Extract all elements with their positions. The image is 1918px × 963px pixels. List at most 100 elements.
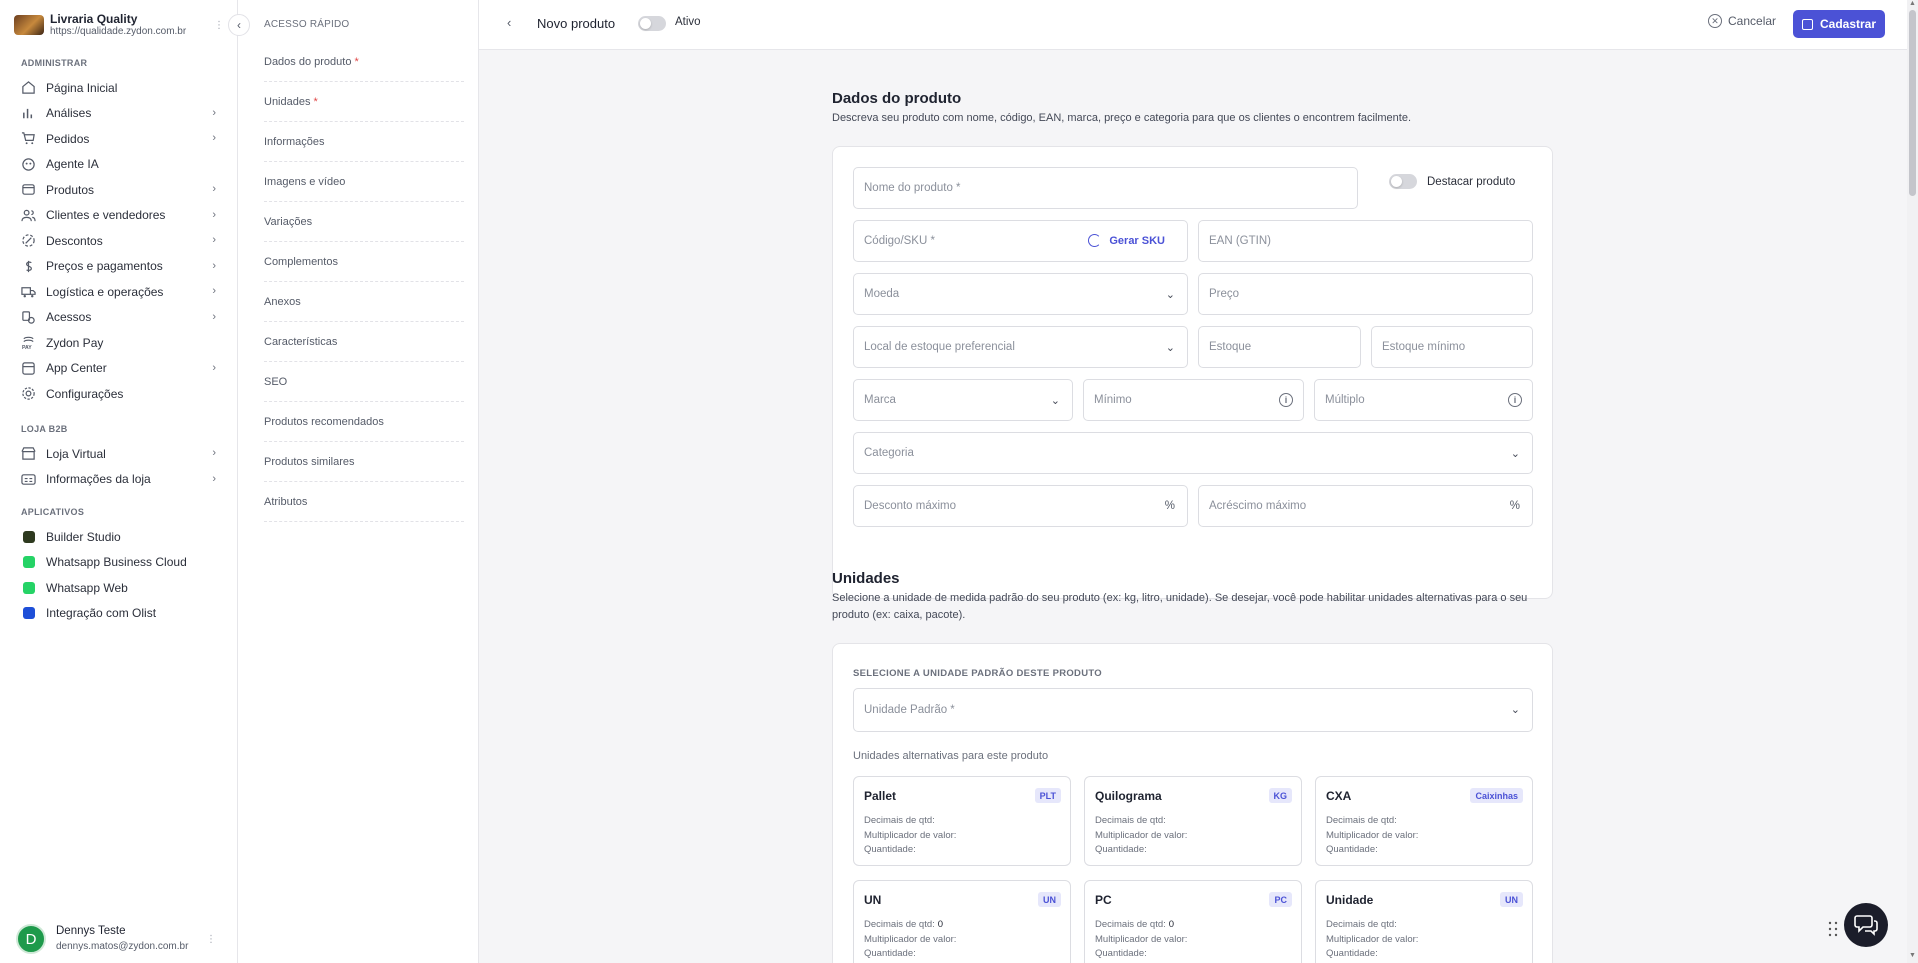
sidebar-item-precos-e-pagamentos[interactable]: Preços e pagamentos › [0,254,238,280]
brand-select[interactable]: Marca ⌄ [853,379,1073,421]
default-unit-label: SELECIONE A UNIDADE PADRÃO DESTE PRODUTO [853,668,1102,679]
scroll-down-arrow-icon[interactable]: ▼ [1909,952,1916,959]
unit-detail-multiplier: Multiplicador de valor: [1095,933,1188,945]
sku-input[interactable]: Código/SKU * Gerar SKU [853,220,1188,262]
quick-access-item[interactable]: Imagens e vídeo [264,162,464,202]
section-title-apps: APLICATIVOS [21,507,85,517]
price-input[interactable]: Preço [1198,273,1533,315]
save-button[interactable]: Cadastrar [1793,10,1885,38]
app-item[interactable]: Builder Studio [0,524,238,550]
quick-access-item[interactable]: Informações [264,122,464,162]
app-item[interactable]: Whatsapp Web [0,575,238,601]
sidebar-item-app-center[interactable]: App Center › [0,356,238,382]
stock-location-select[interactable]: Local de estoque preferencial ⌄ [853,326,1188,368]
quick-access-item[interactable]: Características [264,322,464,362]
cancel-button[interactable]: ✕ Cancelar [1708,14,1776,28]
unit-card[interactable]: Unidade UN Decimais de qtd: Multiplicador d… [1315,880,1533,963]
unit-detail-quantity: Quantidade: [864,844,916,855]
required-marker: * [313,95,318,108]
minimum-input[interactable]: Mínimo i [1083,379,1304,421]
unit-details: Decimais de qtd: Multiplicador de valor: Q… [1095,814,1187,858]
quick-access-item[interactable]: Atributos [264,482,464,522]
save-button-label: Cadastrar [1819,17,1877,31]
sidebar-item-analises[interactable]: Análises › [0,101,238,127]
multiple-input[interactable]: Múltiplo i [1314,379,1533,421]
sidebar-item-logistica-e-operacoes[interactable]: Logística e operações › [0,279,238,305]
quick-access-item[interactable]: Anexos [264,282,464,322]
quick-access-item[interactable]: Produtos recomendados [264,402,464,442]
sidebar-item-agente-ia[interactable]: Agente IA [0,152,238,178]
quick-access-label: Complementos [264,255,338,268]
sidebar-item-pagina-inicial[interactable]: Página Inicial [0,75,238,101]
scroll-thumb[interactable] [1909,10,1916,196]
b2b-nav: Loja Virtual › Informações da loja › [0,441,238,492]
units-card: SELECIONE A UNIDADE PADRÃO DESTE PRODUTO… [832,643,1553,963]
chat-support-button[interactable] [1844,903,1888,947]
save-icon [1801,18,1813,30]
max-discount-input[interactable]: Desconto máximo % [853,485,1188,527]
app-item[interactable]: Integração com Olist [0,601,238,627]
unit-card[interactable]: CXA Caixinhas Decimais de qtd: Multiplicado… [1315,776,1533,866]
quick-access-item[interactable]: SEO [264,362,464,402]
scrollbar[interactable]: ▲ ▼ [1907,0,1918,963]
product-name-input[interactable]: Nome do produto * [853,167,1358,209]
sidebar-item-pedidos[interactable]: Pedidos › [0,126,238,152]
quick-access-item[interactable]: Unidades * [264,82,464,122]
sidebar-item-descontos[interactable]: Descontos › [0,228,238,254]
min-stock-input[interactable]: Estoque mínimo [1371,326,1533,368]
info-icon[interactable]: i [1279,393,1293,407]
back-arrow-icon[interactable]: ‹ [507,15,511,30]
quick-access-label: Anexos [264,295,301,308]
info-icon[interactable]: i [1508,393,1522,407]
sidebar-item-label: App Center [46,361,107,376]
sidebar-item-label: Análises [46,106,92,121]
active-toggle[interactable] [638,16,666,31]
app-item[interactable]: Whatsapp Business Cloud [0,550,238,576]
unit-card[interactable]: Quilograma KG Decimais de qtd: Multiplicado… [1084,776,1302,866]
quick-access-item[interactable]: Produtos similares [264,442,464,482]
unit-details: Decimais de qtd: 0 Multiplicador de valor:… [1095,918,1187,962]
unit-detail-quantity: Quantidade: [1095,948,1147,959]
quick-access-item[interactable]: Complementos [264,242,464,282]
ean-input[interactable]: EAN (GTIN) [1198,220,1533,262]
user-info: Dennys Teste dennys.matos@zydon.com.br [56,924,188,953]
sidebar-item-acessos[interactable]: Acessos › [0,305,238,331]
sidebar-item-informacoes-da-loja[interactable]: Informações da loja › [0,467,238,493]
max-increase-input[interactable]: Acréscimo máximo % [1198,485,1533,527]
sidebar-item-loja-virtual[interactable]: Loja Virtual › [0,441,238,467]
user-profile[interactable]: D Dennys Teste dennys.matos@zydon.com.br… [16,924,216,954]
quick-access-item[interactable]: Dados do produto * [264,42,464,82]
unit-card[interactable]: PC PC Decimais de qtd: 0 Multiplicador de va… [1084,880,1302,963]
quick-access-item[interactable]: Variações [264,202,464,242]
drag-handle-icon[interactable] [1828,921,1838,937]
generate-sku-button[interactable]: Gerar SKU [1088,234,1165,247]
currency-select[interactable]: Moeda ⌄ [853,273,1188,315]
product-section-heading: Dados do produto [832,90,962,107]
unit-card[interactable]: UN UN Decimais de qtd: 0 Multiplicador de va… [853,880,1071,963]
category-select[interactable]: Categoria ⌄ [853,432,1533,474]
whatsapp-icon [21,580,36,595]
ean-placeholder: EAN (GTIN) [1209,235,1271,247]
pay-icon: PAY [21,335,36,350]
sidebar-item-configuracoes[interactable]: Configurações [0,381,238,407]
store-switcher[interactable]: Livraria Quality https://qualidade.zydon… [14,10,224,40]
highlight-product-toggle-group[interactable]: Destacar produto [1389,174,1515,189]
sidebar-item-produtos[interactable]: Produtos › [0,177,238,203]
collapse-sidebar-button[interactable]: ‹ [228,14,250,36]
box-icon [21,182,36,197]
unit-card[interactable]: Pallet PLT Decimais de qtd: Multiplicador d… [853,776,1071,866]
default-unit-select[interactable]: Unidade Padrão * ⌄ [853,688,1533,732]
stock-input[interactable]: Estoque [1198,326,1361,368]
chevron-right-icon: › [212,183,216,195]
cart-icon [21,131,36,146]
sidebar-item-zydon-pay[interactable]: PAY Zydon Pay [0,330,238,356]
scroll-up-arrow-icon[interactable]: ▲ [1909,0,1916,7]
highlight-product-label: Destacar produto [1427,175,1516,188]
brand-placeholder: Marca [864,394,896,406]
sidebar-item-label: Loja Virtual [46,446,106,461]
category-placeholder: Categoria [864,447,914,459]
units-section-description: Selecione a unidade de medida padrão do … [832,592,1528,621]
unit-name: Pallet [864,789,897,803]
highlight-product-toggle[interactable] [1389,174,1417,189]
sidebar-item-clientes-e-vendedores[interactable]: Clientes e vendedores › [0,203,238,229]
